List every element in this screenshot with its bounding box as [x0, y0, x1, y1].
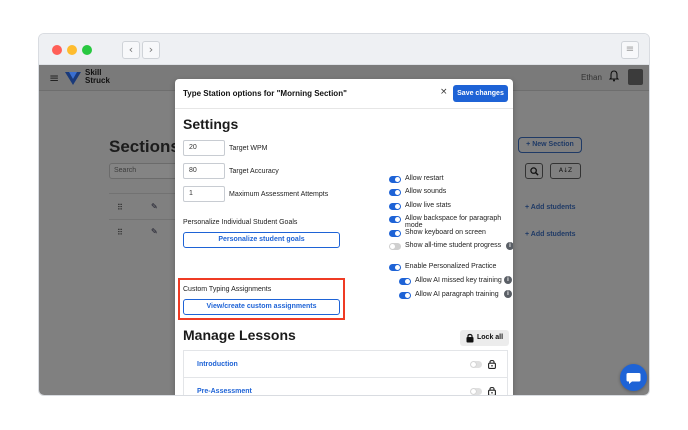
- avatar[interactable]: [628, 69, 643, 85]
- window-minimize-dot[interactable]: [67, 45, 77, 55]
- toggle-show-all-time-progress[interactable]: [389, 243, 401, 250]
- lock-all-label: Lock all: [477, 334, 504, 341]
- target-wpm-input[interactable]: 20: [183, 140, 225, 156]
- list-item: Pre-Assessment: [184, 378, 507, 396]
- max-attempts-input[interactable]: 1: [183, 186, 225, 202]
- toggle-label: Allow AI missed key training: [415, 277, 502, 284]
- highlight-box: [178, 278, 345, 320]
- toggle-label: Show all-time student progress: [405, 242, 502, 249]
- add-students-button[interactable]: + Add students: [525, 231, 576, 238]
- lock-open-icon[interactable]: [488, 359, 496, 369]
- sections-title: Sections: [109, 137, 180, 156]
- hamburger-icon[interactable]: ≡: [49, 71, 59, 85]
- browser-menu-button[interactable]: ≡: [621, 41, 639, 59]
- options-modal: Type Station options for "Morning Sectio…: [175, 79, 513, 396]
- toggle-label: Allow backspace for paragraph mode: [405, 215, 502, 229]
- personalize-goals-button[interactable]: Personalize student goals: [183, 232, 340, 248]
- lesson-toggle[interactable]: [470, 388, 482, 395]
- modal-title: Type Station options for "Morning Sectio…: [183, 89, 347, 98]
- manage-lessons-heading: Manage Lessons: [183, 327, 296, 343]
- lesson-link[interactable]: Introduction: [197, 361, 238, 368]
- lessons-list: Introduction Pre-Assessment: [183, 350, 508, 396]
- toggle-label: Allow sounds: [405, 188, 447, 195]
- toggle-label: Enable Personalized Practice: [405, 263, 497, 270]
- settings-heading: Settings: [183, 116, 239, 132]
- toggle-label: Allow AI paragraph training: [415, 291, 499, 298]
- lock-all-button[interactable]: Lock all: [460, 330, 509, 346]
- bell-icon[interactable]: [609, 70, 619, 82]
- edit-pencil-icon[interactable]: ✎: [151, 202, 158, 211]
- drag-handle-icon[interactable]: ⠿: [117, 203, 123, 212]
- lesson-link[interactable]: Pre-Assessment: [197, 388, 252, 395]
- personalize-goals-label: Personalize Individual Student Goals: [183, 219, 298, 226]
- toggle-allow-backspace[interactable]: [389, 216, 401, 223]
- lesson-toggle[interactable]: [470, 361, 482, 368]
- close-icon[interactable]: ×: [440, 87, 448, 97]
- forward-button[interactable]: ›: [142, 41, 160, 59]
- logo-icon: [65, 72, 81, 85]
- toggle-label: Allow restart: [405, 175, 444, 182]
- target-wpm-label: Target WPM: [229, 145, 268, 152]
- search-icon[interactable]: [525, 163, 543, 179]
- info-icon[interactable]: i: [506, 242, 513, 250]
- sort-az-icon[interactable]: A↓Z: [550, 163, 581, 179]
- toggle-ai-missed-key[interactable]: [399, 278, 411, 285]
- drag-handle-icon[interactable]: ⠿: [117, 228, 123, 237]
- modal-header: Type Station options for "Morning Sectio…: [175, 79, 513, 109]
- target-accuracy-label: Target Accuracy: [229, 168, 279, 175]
- max-attempts-label: Maximum Assessment Attempts: [229, 191, 329, 198]
- browser-chrome: ‹ › ≡: [39, 34, 649, 65]
- info-icon[interactable]: i: [504, 290, 512, 298]
- app-area: ≡ Skill Struck Ethan Sections Search ⠿ ✎…: [39, 65, 649, 396]
- new-section-button[interactable]: + New Section: [518, 137, 582, 153]
- target-accuracy-input[interactable]: 80: [183, 163, 225, 179]
- lock-icon: [466, 333, 474, 343]
- back-button[interactable]: ‹: [122, 41, 140, 59]
- window-maximize-dot[interactable]: [82, 45, 92, 55]
- save-changes-button[interactable]: Save changes: [453, 85, 508, 102]
- toggle-show-keyboard[interactable]: [389, 230, 401, 237]
- lock-open-icon[interactable]: [488, 386, 496, 396]
- toggle-allow-restart[interactable]: [389, 176, 401, 183]
- browser-window: ‹ › ≡ ≡ Skill Struck Ethan Sections Sear…: [38, 33, 650, 396]
- toggle-ai-paragraph[interactable]: [399, 292, 411, 299]
- user-name[interactable]: Ethan: [581, 73, 602, 82]
- toggle-allow-live-stats[interactable]: [389, 203, 401, 210]
- toggle-label: Show keyboard on screen: [405, 229, 486, 236]
- window-close-dot[interactable]: [52, 45, 62, 55]
- toggle-allow-sounds[interactable]: [389, 189, 401, 196]
- add-students-button[interactable]: + Add students: [525, 204, 576, 211]
- list-item: Introduction: [184, 351, 507, 378]
- logo-line-2: Struck: [85, 76, 110, 85]
- toggle-enable-personalized-practice[interactable]: [389, 264, 401, 271]
- info-icon[interactable]: i: [504, 276, 512, 284]
- edit-pencil-icon[interactable]: ✎: [151, 227, 158, 236]
- sections-search-input[interactable]: Search: [109, 163, 179, 179]
- toggle-label: Allow live stats: [405, 202, 451, 209]
- chat-icon[interactable]: [620, 364, 647, 391]
- logo-text: Skill Struck: [85, 69, 110, 85]
